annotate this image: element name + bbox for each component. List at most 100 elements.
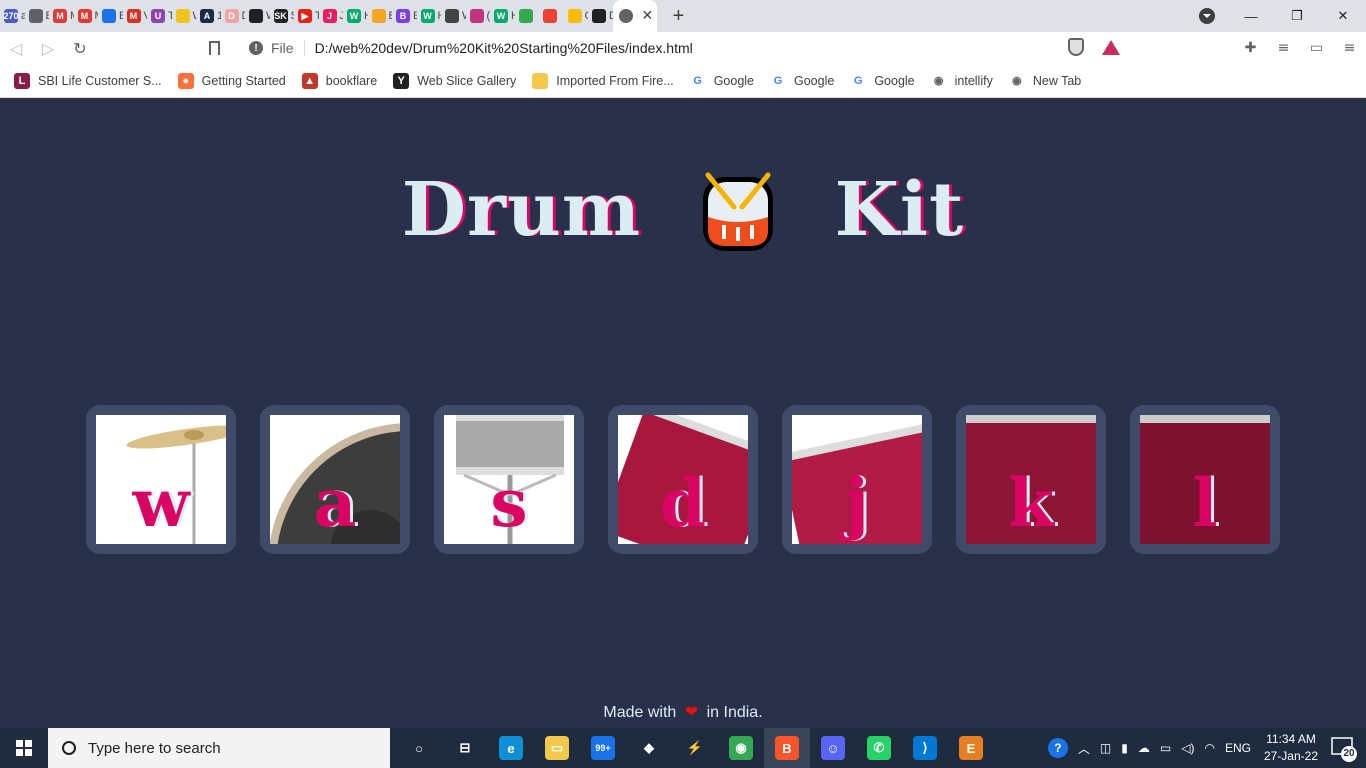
- browser-tab[interactable]: W: [245, 0, 270, 32]
- site-info-icon[interactable]: !: [249, 41, 263, 55]
- drum-key-d[interactable]: d: [608, 405, 758, 554]
- bookmark-item[interactable]: ▲ bookflare: [301, 72, 377, 89]
- drum-key-k[interactable]: k: [956, 405, 1106, 554]
- drum-key-a[interactable]: a: [260, 405, 410, 554]
- taskbar-cursor-app[interactable]: ⚡: [672, 728, 718, 768]
- browser-tab[interactable]: MMI: [74, 0, 98, 32]
- browser-tab[interactable]: Gc: [564, 0, 588, 32]
- drum-key-j[interactable]: j: [782, 405, 932, 554]
- tab-favicon-icon: [518, 9, 533, 23]
- tab-search-icon[interactable]: [1199, 8, 1215, 24]
- taskbar-file-explorer[interactable]: ▭: [534, 728, 580, 768]
- browser-tab[interactable]: WHT: [490, 0, 515, 32]
- forward-button[interactable]: ▷: [32, 39, 64, 58]
- active-browser-tab[interactable]: ✕: [612, 0, 657, 32]
- browser-tab[interactable]: ▶Tii: [294, 0, 319, 32]
- browser-tab[interactable]: (1): [466, 0, 490, 32]
- drum-key-l[interactable]: l: [1130, 405, 1280, 554]
- browser-tab[interactable]: W: [441, 0, 466, 32]
- bookmark-item[interactable]: G Google: [770, 73, 835, 89]
- browser-tab[interactable]: [539, 0, 564, 32]
- brave-rewards-icon[interactable]: [1102, 40, 1120, 55]
- bookmark-item[interactable]: G Google: [850, 73, 915, 89]
- taskbar-dropbox[interactable]: ◆: [626, 728, 672, 768]
- web-slice-icon: Y: [393, 72, 410, 89]
- camera-icon[interactable]: ◫: [1100, 741, 1111, 755]
- browser-tab[interactable]: BEx: [392, 0, 417, 32]
- new-tab-button[interactable]: +: [665, 5, 693, 28]
- kick-image: a: [270, 415, 400, 544]
- browser-tab[interactable]: [515, 0, 540, 32]
- drum-key-letter: k: [1008, 464, 1054, 542]
- browser-tab[interactable]: MVe: [123, 0, 147, 32]
- taskbar-edge[interactable]: e: [488, 728, 534, 768]
- tab-favicon-icon: B: [396, 9, 410, 23]
- language-indicator[interactable]: ENG: [1225, 741, 1251, 755]
- taskbar-task-view[interactable]: ⊟: [442, 728, 488, 768]
- title-word-kit: Kit: [834, 166, 965, 253]
- windows-taskbar: Type here to search ○ ⊟ e ▭ 99+ ◆ ⚡ ◉ B ☺ ✆ ⟩ E ? ︿ …: [0, 728, 1366, 768]
- mail-icon: 99+: [591, 736, 615, 760]
- taskbar-brave[interactable]: B: [764, 728, 810, 768]
- tab-label: Do: [609, 10, 613, 22]
- bookmark-item[interactable]: Y Web Slice Gallery: [393, 72, 516, 89]
- bookmark-page-icon[interactable]: [209, 41, 220, 55]
- chevron-up-icon[interactable]: ︿: [1078, 740, 1090, 757]
- browser-tab[interactable]: W: [172, 0, 196, 32]
- browser-tab[interactable]: SKSe: [270, 0, 294, 32]
- media-controls-icon[interactable]: ≡: [1267, 40, 1300, 56]
- browser-tab[interactable]: EC: [98, 0, 123, 32]
- microphone-icon[interactable]: ▮: [1121, 741, 1128, 755]
- onedrive-icon[interactable]: ☁: [1138, 741, 1150, 755]
- menu-icon[interactable]: ≡: [1333, 40, 1366, 56]
- maximize-button[interactable]: ❐: [1274, 8, 1320, 24]
- browser-tab[interactable]: A15: [196, 0, 221, 32]
- bookmark-item[interactable]: ◉ intellify: [931, 73, 993, 89]
- taskbar-discord[interactable]: ☺: [810, 728, 856, 768]
- taskbar-vscode[interactable]: ⟩: [902, 728, 948, 768]
- extensions-icon[interactable]: ✚: [1234, 40, 1267, 56]
- browser-tab[interactable]: MMI: [49, 0, 74, 32]
- bookmark-item[interactable]: L SBI Life Customer S...: [14, 72, 162, 89]
- browser-tab[interactable]: En: [25, 0, 49, 32]
- taskbar-chrome[interactable]: ◉: [718, 728, 764, 768]
- help-icon[interactable]: ?: [1047, 738, 1068, 758]
- browser-tab[interactable]: WHc: [417, 0, 441, 32]
- taskbar-mail[interactable]: 99+: [580, 728, 626, 768]
- taskbar-eclipse[interactable]: E: [948, 728, 994, 768]
- url-text[interactable]: D:/web%20dev/Drum%20Kit%20Starting%20Fil…: [315, 40, 693, 56]
- browser-tab[interactable]: Br: [368, 0, 392, 32]
- reload-button[interactable]: ↻: [64, 39, 96, 58]
- browser-tab[interactable]: WHT: [343, 0, 368, 32]
- taskbar-cortana[interactable]: ○: [396, 728, 442, 768]
- bookmark-item[interactable]: ● Getting Started: [177, 72, 286, 89]
- wallet-icon[interactable]: ▭: [1300, 40, 1333, 56]
- drum-key-w[interactable]: w: [86, 405, 236, 554]
- browser-tab[interactable]: UTh: [147, 0, 172, 32]
- brave-shield-icon[interactable]: [1068, 38, 1084, 56]
- volume-icon[interactable]: ◁): [1181, 741, 1194, 755]
- bookmark-item[interactable]: G Google: [690, 73, 754, 89]
- taskbar-search[interactable]: Type here to search: [48, 728, 390, 768]
- minimize-button[interactable]: —: [1228, 9, 1274, 24]
- notifications-button[interactable]: 20: [1330, 734, 1358, 762]
- drum-key-s[interactable]: s: [434, 405, 584, 554]
- close-window-button[interactable]: ✕: [1320, 8, 1366, 24]
- browser-tab[interactable]: Do: [588, 0, 613, 32]
- wifi-icon[interactable]: ◠: [1204, 741, 1214, 755]
- back-button[interactable]: ◁: [0, 39, 32, 58]
- address-bar[interactable]: ! File D:/web%20dev/Drum%20Kit%20Startin…: [236, 34, 1126, 62]
- start-button[interactable]: [0, 728, 48, 768]
- browser-tab[interactable]: JJJ: [319, 0, 343, 32]
- tom4-image: l: [1140, 415, 1270, 544]
- browser-tab[interactable]: DDe: [221, 0, 245, 32]
- battery-icon[interactable]: ▭: [1160, 741, 1171, 755]
- clock[interactable]: 11:34 AM 27-Jan-22: [1264, 731, 1318, 765]
- bookmark-item[interactable]: Imported From Fire...: [532, 72, 674, 89]
- tab-favicon-icon: [469, 9, 484, 23]
- globe-icon: ◉: [1012, 75, 1022, 87]
- browser-tab[interactable]: 270aa: [0, 0, 25, 32]
- bookmark-item[interactable]: ◉ New Tab: [1009, 73, 1081, 89]
- close-tab-icon[interactable]: ✕: [642, 8, 654, 24]
- taskbar-whatsapp[interactable]: ✆: [856, 728, 902, 768]
